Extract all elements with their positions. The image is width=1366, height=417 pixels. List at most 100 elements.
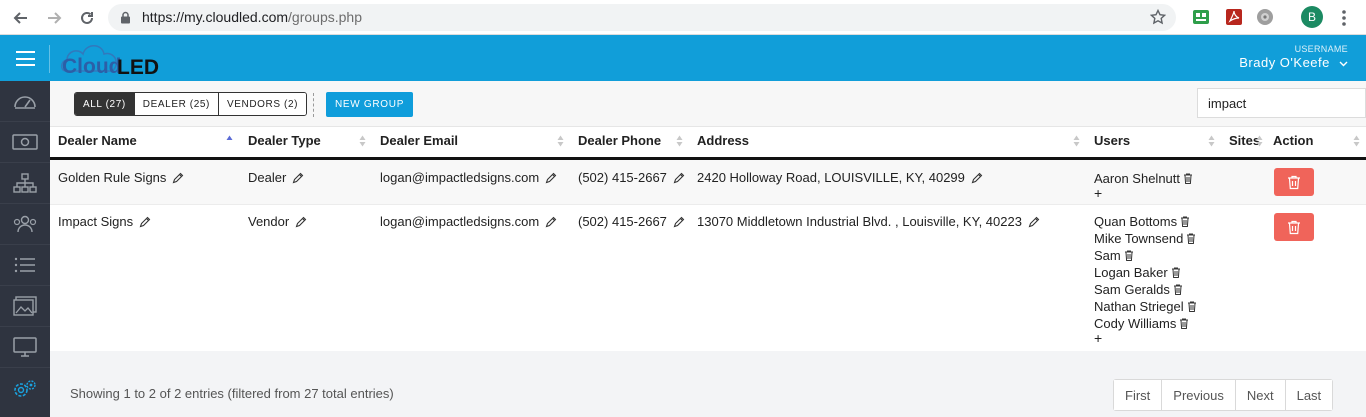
remove-user-trash-icon[interactable]: [1180, 216, 1190, 227]
profile-avatar[interactable]: B: [1301, 6, 1323, 28]
pagination: First Previous Next Last: [1113, 379, 1334, 411]
groups-toolbar: ALL (27) DEALER (25) VENDORS (2) NEW GRO…: [50, 81, 1366, 127]
table-row: Golden Rule Signs Dealer logan@impactled…: [50, 160, 1366, 205]
cloudled-logo[interactable]: Cloud LED: [58, 35, 178, 81]
list-item: Quan Bottoms: [1094, 213, 1197, 230]
edit-pencil-icon[interactable]: [673, 172, 685, 184]
page-last-button[interactable]: Last: [1285, 380, 1333, 410]
column-header-dealer-type[interactable]: Dealer Type: [248, 133, 321, 148]
column-header-users[interactable]: Users: [1094, 133, 1130, 148]
edit-pencil-icon[interactable]: [1028, 216, 1040, 228]
monitor-icon: [13, 337, 37, 357]
filter-dealer-button[interactable]: DEALER (25): [134, 93, 219, 115]
remove-user-trash-icon[interactable]: [1124, 250, 1134, 261]
list-icon: [14, 257, 35, 273]
address-cell: 2420 Holloway Road, LOUISVILLE, KY, 4029…: [697, 170, 983, 185]
page-next-button[interactable]: Next: [1235, 380, 1286, 410]
hierarchy-icon: [13, 173, 37, 193]
sort-asc-icon[interactable]: [226, 134, 233, 148]
trash-icon: [1288, 220, 1300, 234]
search-input[interactable]: [1197, 88, 1366, 118]
sort-icon[interactable]: [359, 134, 366, 148]
forward-icon[interactable]: [43, 7, 65, 29]
remove-user-trash-icon[interactable]: [1187, 301, 1197, 312]
header-divider: [49, 45, 50, 73]
sort-icon[interactable]: [1256, 134, 1263, 148]
back-icon[interactable]: [10, 7, 32, 29]
edit-pencil-icon[interactable]: [545, 172, 557, 184]
delete-group-button[interactable]: [1274, 168, 1314, 196]
dealer-name-cell: Golden Rule Signs: [58, 170, 184, 185]
column-header-dealer-email[interactable]: Dealer Email: [380, 133, 458, 148]
remove-user-trash-icon[interactable]: [1173, 284, 1183, 295]
sidebar-item-users[interactable]: [0, 204, 50, 245]
app-header: Cloud LED USERNAME Brady O'Keefe: [0, 35, 1366, 81]
dealer-email-cell: logan@impactledsigns.com: [380, 214, 557, 229]
page-first-button[interactable]: First: [1114, 380, 1163, 410]
browser-chrome: https://my.cloudled.com/groups.php B: [0, 0, 1366, 35]
column-header-dealer-phone[interactable]: Dealer Phone: [578, 133, 661, 148]
chevron-down-icon: [1339, 61, 1348, 67]
sort-icon[interactable]: [557, 134, 564, 148]
sidebar-item-billing[interactable]: [0, 122, 50, 163]
extension-green-icon[interactable]: [1192, 8, 1210, 26]
sidebar-item-groups[interactable]: [0, 163, 50, 204]
pdf-extension-icon[interactable]: [1225, 8, 1243, 26]
trash-icon: [1288, 175, 1300, 189]
list-item: Sam Geralds: [1094, 281, 1197, 298]
sidebar-item-dashboard[interactable]: [0, 81, 50, 122]
column-header-dealer-name[interactable]: Dealer Name: [58, 133, 137, 148]
table-header: Dealer Name Dealer Type Dealer Email Dea…: [50, 127, 1366, 160]
new-group-button[interactable]: NEW GROUP: [326, 92, 414, 117]
list-item: Nathan Striegel: [1094, 298, 1197, 315]
entries-info: Showing 1 to 2 of 2 entries (filtered fr…: [70, 386, 394, 401]
sidebar-item-settings[interactable]: [0, 368, 50, 409]
column-header-address[interactable]: Address: [697, 133, 749, 148]
filter-vendors-button[interactable]: VENDORS (2): [218, 93, 307, 115]
money-icon: [12, 134, 38, 150]
filter-all-button[interactable]: ALL (27): [75, 93, 135, 115]
edit-pencil-icon[interactable]: [172, 172, 184, 184]
sidebar: [0, 81, 50, 417]
edit-pencil-icon[interactable]: [673, 216, 685, 228]
edit-pencil-icon[interactable]: [292, 172, 304, 184]
groups-table: Dealer Name Dealer Type Dealer Email Dea…: [50, 127, 1366, 351]
remove-user-trash-icon[interactable]: [1186, 233, 1196, 244]
sort-icon[interactable]: [676, 134, 683, 148]
menu-kebab-icon[interactable]: [1339, 9, 1349, 27]
add-user-icon[interactable]: +: [1094, 186, 1193, 201]
delete-group-button[interactable]: [1274, 213, 1314, 241]
edit-pencil-icon[interactable]: [971, 172, 983, 184]
list-item: Mike Townsend: [1094, 230, 1197, 247]
hamburger-menu-icon[interactable]: [16, 51, 35, 66]
add-user-icon[interactable]: +: [1094, 331, 1197, 346]
remove-user-trash-icon[interactable]: [1183, 173, 1193, 184]
sort-icon[interactable]: [1353, 134, 1360, 148]
sort-icon[interactable]: [1208, 134, 1215, 148]
remove-user-trash-icon[interactable]: [1179, 318, 1189, 329]
sidebar-item-displays[interactable]: [0, 327, 50, 368]
bookmark-star-icon[interactable]: [1150, 9, 1166, 25]
dealer-type-cell: Dealer: [248, 170, 304, 185]
url-text: https://my.cloudled.com/groups.php: [142, 9, 362, 25]
address-bar[interactable]: https://my.cloudled.com/groups.php: [108, 4, 1176, 31]
dashboard-icon: [14, 96, 36, 109]
list-item: Logan Baker: [1094, 264, 1197, 281]
sidebar-item-media[interactable]: [0, 286, 50, 327]
reload-icon[interactable]: [76, 7, 98, 29]
edit-pencil-icon[interactable]: [295, 216, 307, 228]
dealer-type-cell: Vendor: [248, 214, 307, 229]
settings-icon: [14, 379, 36, 397]
user-menu[interactable]: USERNAME Brady O'Keefe: [1239, 44, 1348, 70]
users-cell: Quan Bottoms Mike Townsend Sam Logan Bak…: [1094, 213, 1197, 346]
sidebar-item-list[interactable]: [0, 245, 50, 286]
dealer-phone-cell: (502) 415-2667: [578, 214, 685, 229]
edit-pencil-icon[interactable]: [545, 216, 557, 228]
remove-user-trash-icon[interactable]: [1171, 267, 1181, 278]
extension-gray-icon[interactable]: [1256, 8, 1274, 26]
address-cell: 13070 Middletown Industrial Blvd. , Loui…: [697, 214, 1040, 229]
sort-icon[interactable]: [1073, 134, 1080, 148]
page-previous-button[interactable]: Previous: [1162, 380, 1236, 410]
column-header-action[interactable]: Action: [1273, 133, 1313, 148]
edit-pencil-icon[interactable]: [139, 216, 151, 228]
